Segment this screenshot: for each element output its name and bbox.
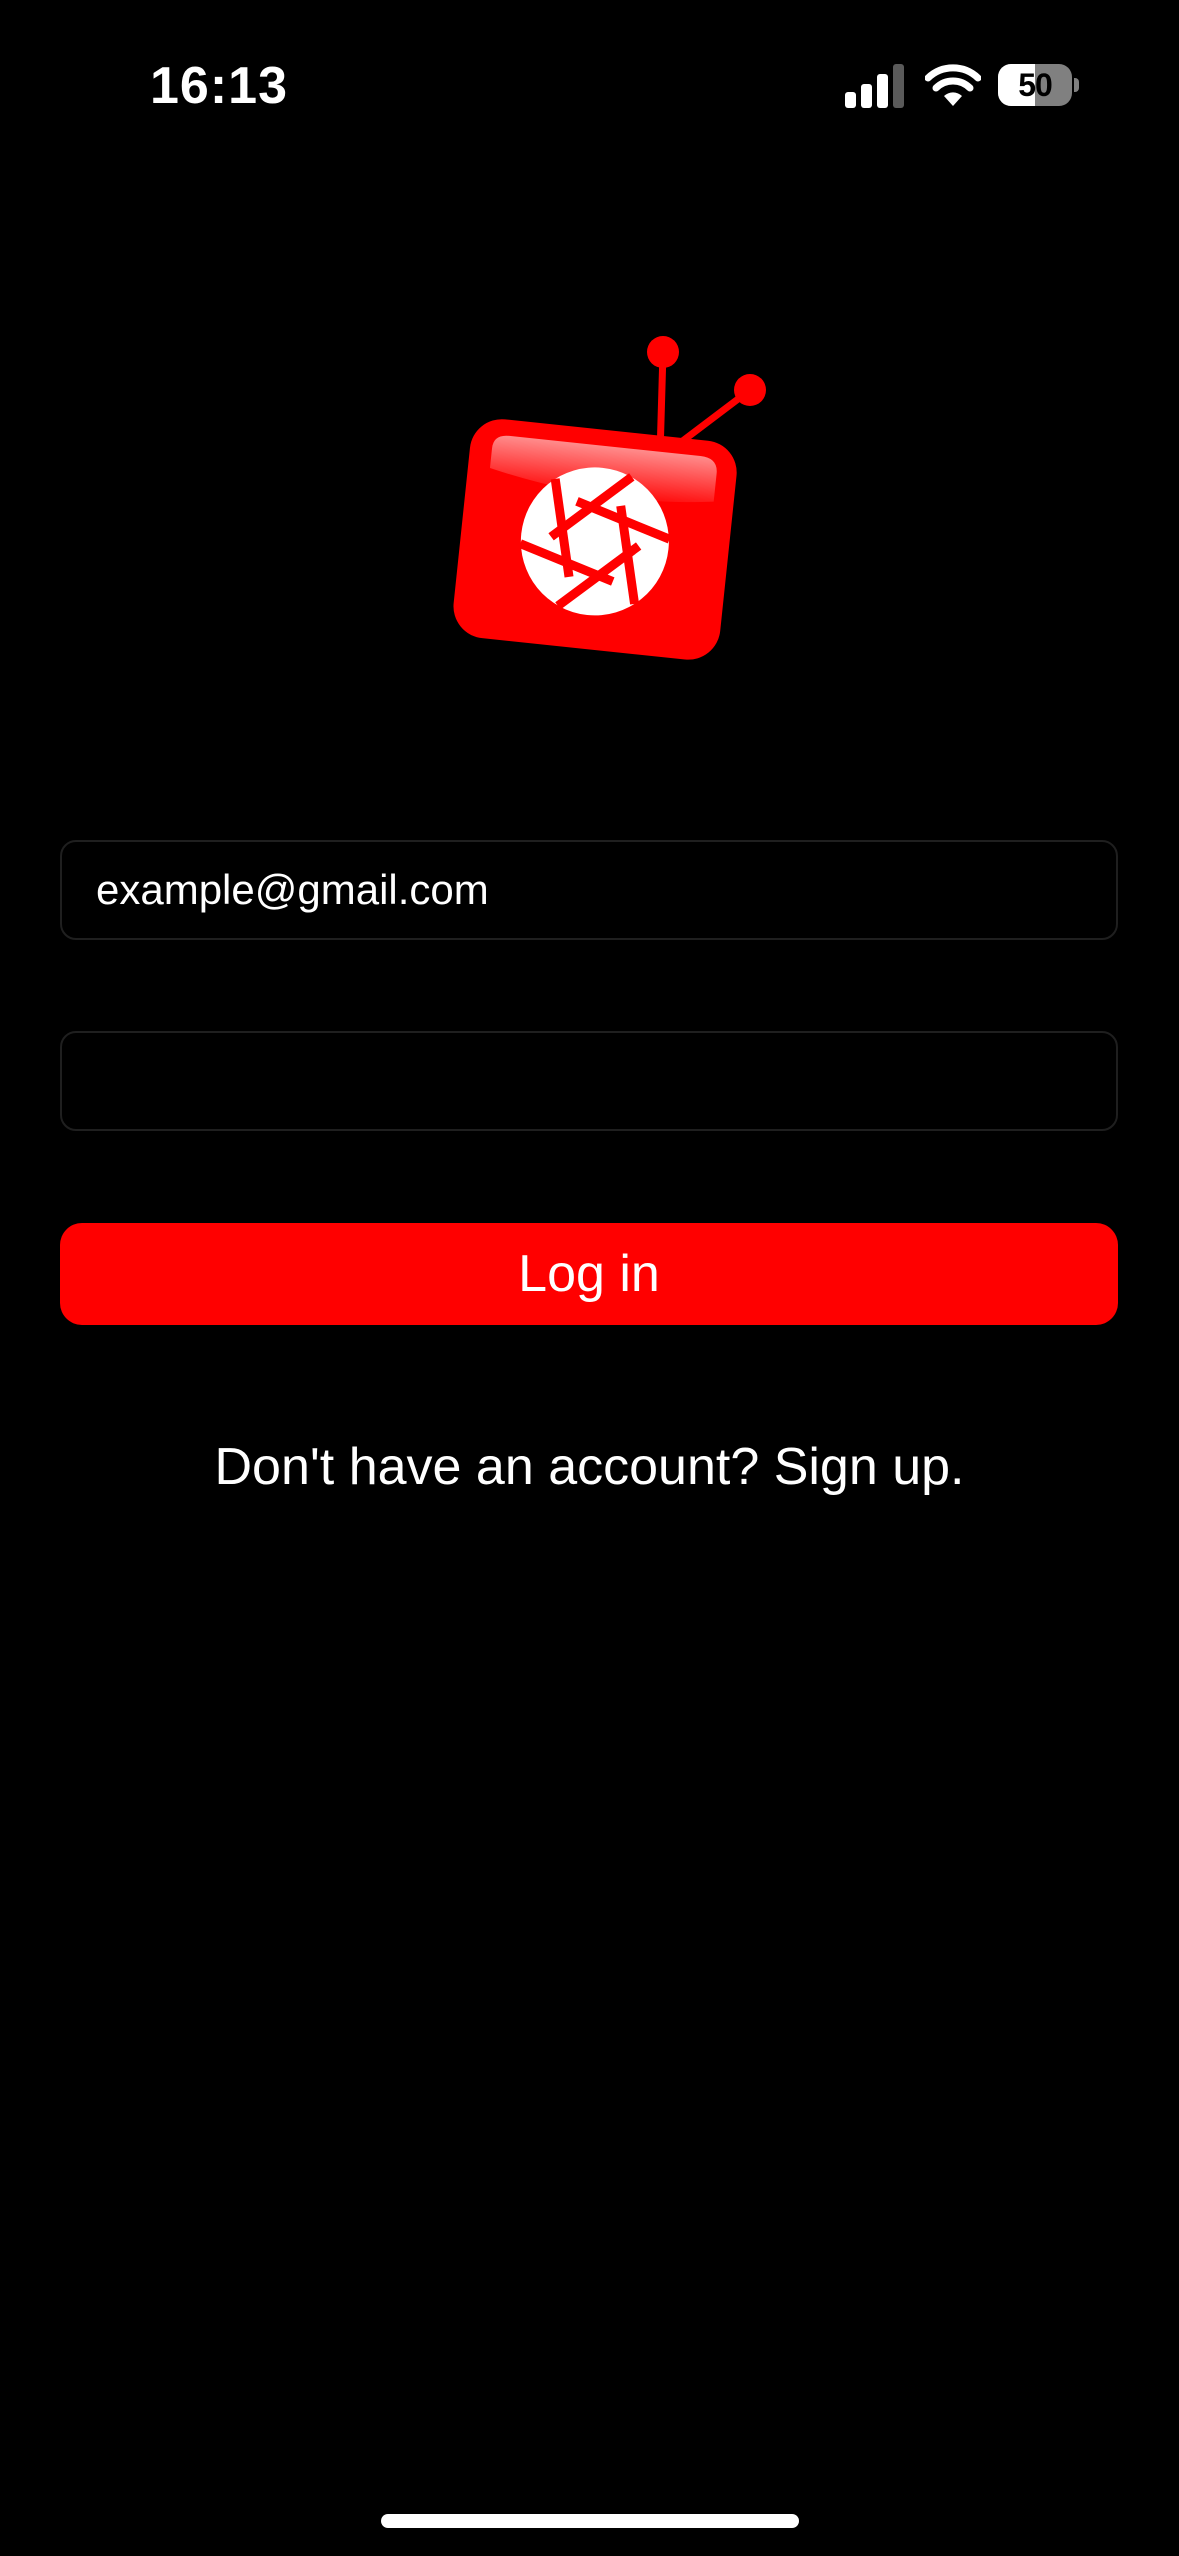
login-button[interactable]: Log in bbox=[60, 1223, 1118, 1325]
signup-link[interactable]: Don't have an account? Sign up. bbox=[0, 1432, 1179, 1502]
status-time: 16:13 bbox=[150, 57, 288, 115]
wifi-icon bbox=[925, 64, 981, 106]
status-bar: 16:13 50 bbox=[0, 0, 1179, 150]
home-indicator[interactable] bbox=[381, 2514, 799, 2528]
cellular-signal-icon bbox=[845, 64, 904, 108]
email-field[interactable] bbox=[60, 840, 1118, 940]
battery-tip bbox=[1074, 78, 1079, 92]
tv-camera-shutter-logo bbox=[453, 336, 766, 660]
email-input[interactable] bbox=[62, 842, 1116, 938]
battery-body: 50 bbox=[998, 64, 1072, 106]
battery-indicator: 50 bbox=[998, 64, 1079, 106]
battery-level-text: 50 bbox=[1018, 67, 1053, 103]
password-field[interactable] bbox=[60, 1031, 1118, 1131]
password-input[interactable] bbox=[62, 1033, 1116, 1129]
